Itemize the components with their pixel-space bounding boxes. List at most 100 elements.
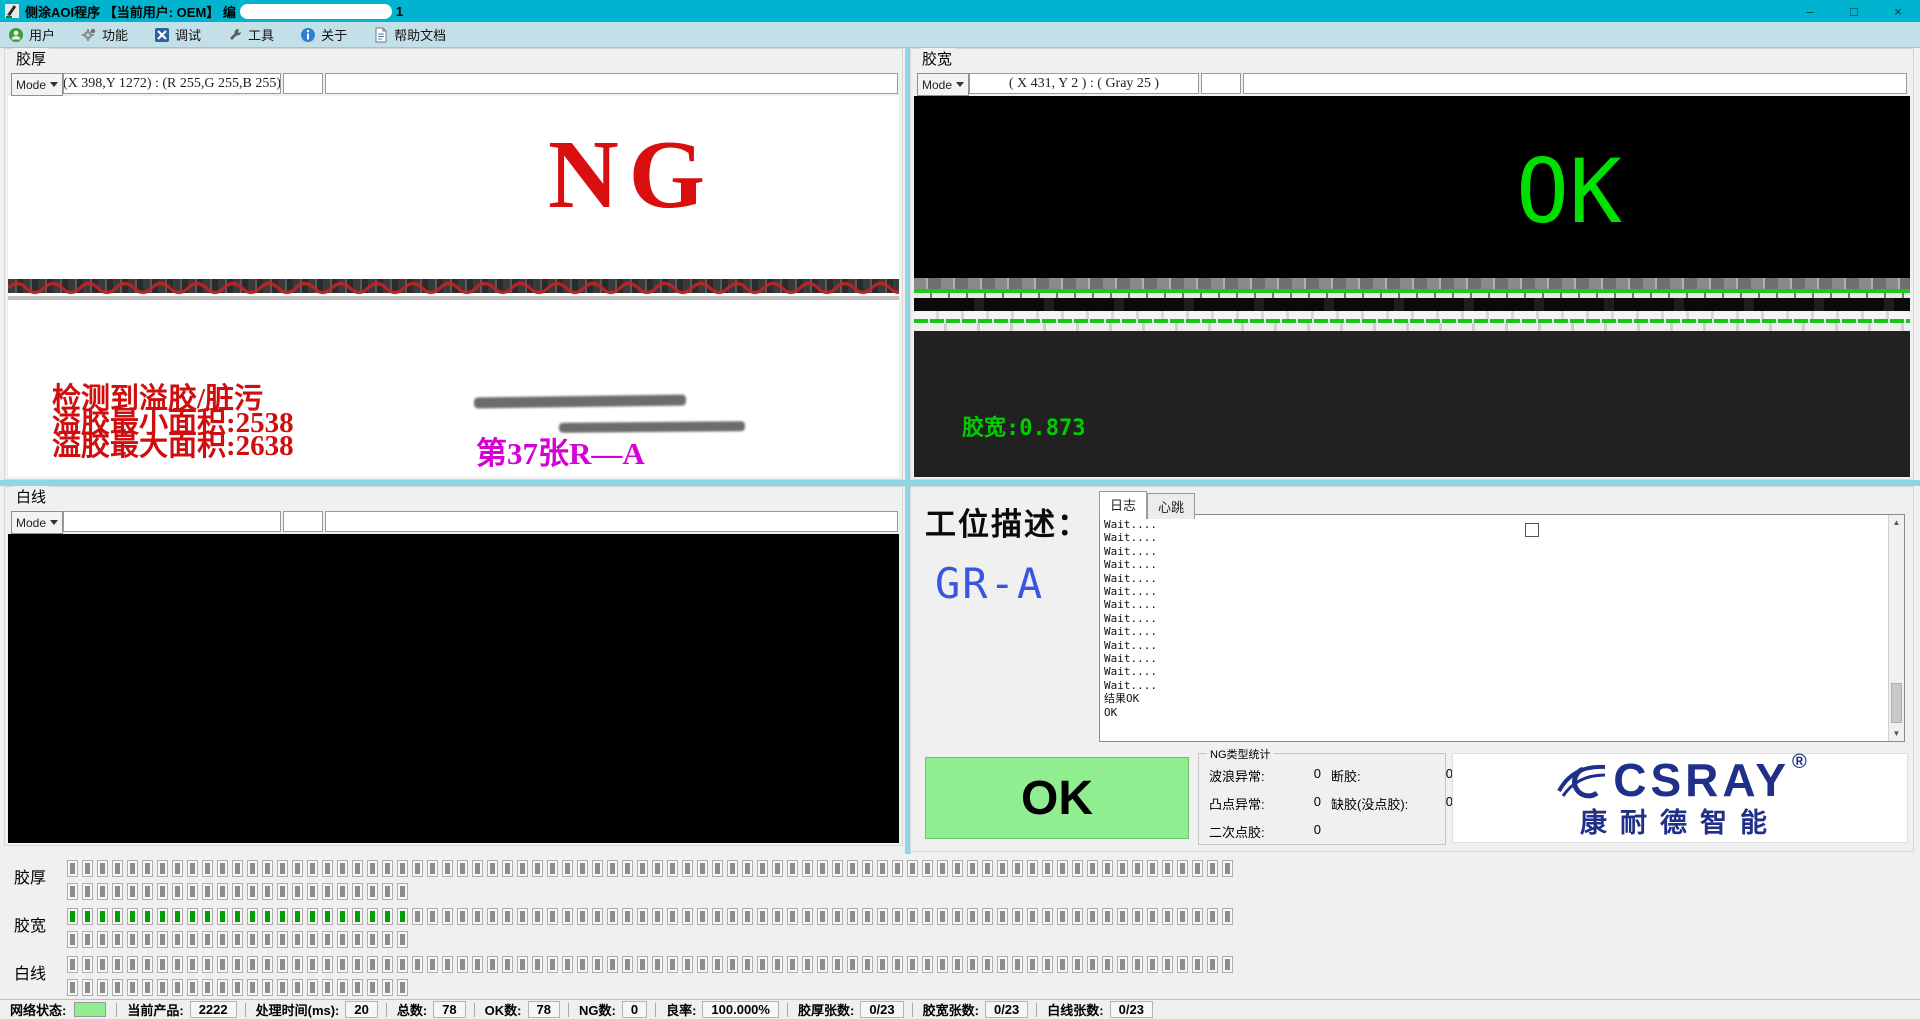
frame-status-cell <box>187 979 198 996</box>
ng-stats-title: NG类型统计 <box>1207 746 1274 762</box>
frame-status-cell <box>97 979 108 996</box>
statusbar-label: OK数: <box>485 1000 522 1019</box>
logo-swoosh-icon <box>1553 757 1611 799</box>
frame-status-cell <box>127 883 138 900</box>
frame-status-cell <box>1222 860 1233 877</box>
frame-status-cell <box>112 860 123 877</box>
frame-status-cell <box>1177 860 1188 877</box>
panel-glue-thickness: 胶厚 Mode (X 398,Y 1272) : (R 255,G 255,B … <box>4 48 903 480</box>
frame-status-cell <box>532 908 543 925</box>
tab-log[interactable]: 日志 <box>1099 491 1147 519</box>
frame-status-cell <box>127 931 138 948</box>
jiaohou-coordinate-readout: (X 398,Y 1272) : (R 255,G 255,B 255) <box>63 73 281 94</box>
frame-status-cell <box>877 860 888 877</box>
frame-status-cell <box>457 860 468 877</box>
frame-status-cell <box>292 979 303 996</box>
maximize-button[interactable]: □ <box>1832 0 1876 22</box>
scroll-up-icon[interactable]: ▲ <box>1889 515 1904 530</box>
registered-mark: ® <box>1792 751 1807 774</box>
frame-status-cell <box>547 956 558 973</box>
frame-status-cell <box>112 931 123 948</box>
log-view[interactable]: Wait....Wait....Wait....Wait....Wait....… <box>1099 514 1905 742</box>
baixian-image-canvas[interactable] <box>8 534 899 843</box>
frame-status-cell <box>187 860 198 877</box>
frame-status-cell <box>352 979 363 996</box>
frame-status-cell <box>637 908 648 925</box>
frame-status-cell <box>787 860 798 877</box>
scrollbar-thumb[interactable] <box>1891 683 1902 723</box>
frame-status-cell <box>187 908 198 925</box>
frame-status-cell <box>337 956 348 973</box>
jiaohou-mode-dropdown[interactable]: Mode <box>11 73 63 96</box>
frame-status-cell <box>532 860 543 877</box>
frame-status-cell <box>532 956 543 973</box>
frame-status-cell <box>1087 908 1098 925</box>
indicator-row <box>67 979 412 996</box>
log-checkbox[interactable] <box>1525 523 1539 537</box>
frame-status-cell <box>67 883 78 900</box>
frame-status-cell <box>82 956 93 973</box>
close-button[interactable]: × <box>1876 0 1920 22</box>
frame-status-cell <box>112 979 123 996</box>
frame-status-cell <box>547 908 558 925</box>
frame-status-cell <box>82 860 93 877</box>
statusbar-divider <box>568 1003 569 1017</box>
log-scrollbar[interactable]: ▲ ▼ <box>1888 515 1904 741</box>
menu-item-functions[interactable]: 功能 <box>81 25 128 44</box>
frame-status-cell <box>1057 860 1068 877</box>
frame-status-cell <box>412 860 423 877</box>
frame-status-cell <box>127 860 138 877</box>
frame-status-cell <box>1162 860 1173 877</box>
indicator-group-label: 胶厚 <box>14 864 46 888</box>
minimize-button[interactable]: – <box>1788 0 1832 22</box>
menu-item-user[interactable]: 用户 <box>8 25 55 44</box>
frame-status-cell <box>1042 956 1053 973</box>
jiaokuan-mode-dropdown[interactable]: Mode <box>917 73 969 96</box>
frame-status-cell <box>307 883 318 900</box>
frame-status-cell <box>937 860 948 877</box>
jiaokuan-image-canvas[interactable]: OK 胶宽:0.873 <box>914 96 1910 477</box>
tab-heartbeat[interactable]: 心跳 <box>1147 493 1195 519</box>
frame-status-cell <box>232 908 243 925</box>
frame-status-cell <box>757 908 768 925</box>
frame-status-cell <box>127 956 138 973</box>
frame-status-cell <box>457 956 468 973</box>
scroll-down-icon[interactable]: ▼ <box>1889 726 1904 741</box>
frame-status-cell <box>97 908 108 925</box>
frame-status-cell <box>262 956 273 973</box>
menu-item-about[interactable]: 关于 <box>300 25 347 44</box>
menu-item-debug[interactable]: 调试 <box>154 25 201 44</box>
frame-status-cell <box>802 908 813 925</box>
frame-status-cell <box>382 860 393 877</box>
frame-status-cell <box>292 908 303 925</box>
frame-status-cell <box>607 956 618 973</box>
frame-status-cell <box>832 956 843 973</box>
jiaohou-image-canvas[interactable]: NG 检测到溢胶/脏污 溢胶最小面积:2538 溢胶最大面积:2638 第37张… <box>8 96 899 477</box>
baixian-mode-dropdown[interactable]: Mode <box>11 511 63 534</box>
frame-status-cell <box>562 956 573 973</box>
frame-status-cell <box>412 908 423 925</box>
frame-status-cell <box>187 883 198 900</box>
vendor-logo: CSRAY ® 康耐德智能 <box>1452 753 1908 843</box>
frame-status-cell <box>397 979 408 996</box>
frame-status-cell <box>397 956 408 973</box>
frame-status-cell <box>232 979 243 996</box>
frame-status-cell <box>772 860 783 877</box>
menu-item-tools[interactable]: 工具 <box>227 25 274 44</box>
window-title-tail: 1 <box>396 4 403 19</box>
frame-status-cell <box>67 931 78 948</box>
glue-white-band <box>914 311 1910 319</box>
frame-status-cell <box>862 956 873 973</box>
menu-label: 工具 <box>248 25 274 44</box>
frame-status-cell <box>502 908 513 925</box>
frame-status-cell <box>982 956 993 973</box>
frame-status-cell <box>817 956 828 973</box>
menu-item-help[interactable]: 帮助文档 <box>373 25 446 44</box>
frame-status-cell <box>937 956 948 973</box>
redaction-blob <box>240 4 392 19</box>
frame-status-cell <box>337 860 348 877</box>
indicator-row <box>67 883 412 900</box>
frame-status-cell <box>682 860 693 877</box>
log-line: Wait.... <box>1104 545 1886 558</box>
frame-status-cell <box>112 956 123 973</box>
